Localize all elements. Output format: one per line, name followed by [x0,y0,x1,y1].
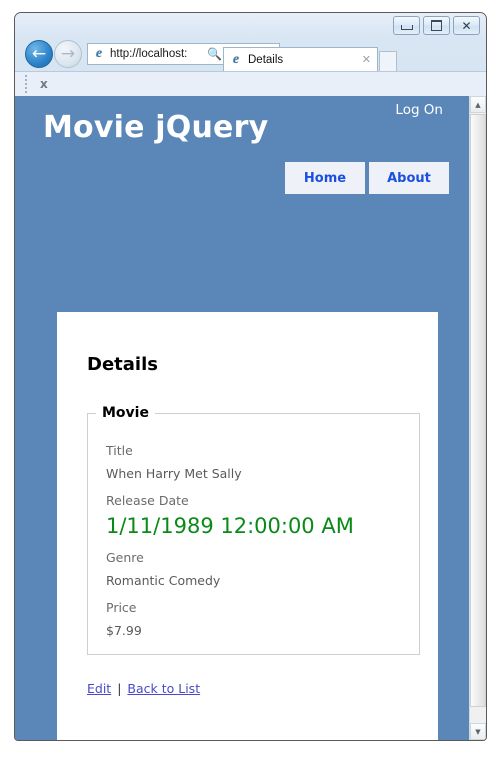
maximize-button[interactable] [423,16,450,35]
new-tab-button[interactable] [379,51,397,71]
arrow-right-icon: → [60,43,76,64]
field-value-release-date: 1/11/1989 12:00:00 AM [106,514,354,538]
title-bar: ✕ [15,13,486,37]
window-controls: ✕ [393,16,480,35]
field-value-title: When Harry Met Sally [106,466,242,481]
back-to-list-link[interactable]: Back to List [127,681,200,696]
forward-button[interactable]: → [54,40,82,68]
log-on-link[interactable]: Log On [395,102,443,118]
scrollbar-thumb[interactable] [470,114,486,707]
browser-viewport: Movie jQuery Log On Home About Details M… [15,96,486,740]
field-value-price: $7.99 [106,623,142,638]
page-title: Details [87,354,158,375]
field-label-release-date: Release Date [106,493,189,508]
search-icon[interactable]: 🔍 [207,47,222,61]
details-list: Title When Harry Met Sally Release Date … [88,443,419,638]
site-nav: Home About [281,162,449,194]
tab-favicon-icon: e [232,51,240,67]
scroll-up-button[interactable]: ▲ [470,96,486,113]
nav-item-home[interactable]: Home [285,162,365,194]
edit-link[interactable]: Edit [87,681,111,696]
field-value-genre: Romantic Comedy [106,573,221,588]
field-label-genre: Genre [106,550,144,565]
site-header: Movie jQuery Log On Home About [15,96,469,206]
field-label-title: Title [106,443,133,458]
maximize-icon [431,20,442,31]
site-title: Movie jQuery [43,110,269,145]
link-separator: | [117,681,122,696]
toolbar-drag-handle[interactable] [25,75,32,93]
arrow-left-icon: ← [31,43,47,64]
navigation-bar: ← → e http://localhost: 🔍 ▾ ⧉ ⟳ ✕ e Deta… [15,37,486,71]
command-bar: x [15,71,486,96]
field-label-price: Price [106,600,137,615]
vertical-scrollbar[interactable]: ▲ ▼ [469,96,486,740]
internet-explorer-icon: e [95,46,103,61]
url-text[interactable]: http://localhost: [107,48,207,60]
movie-fieldset: Movie Title When Harry Met Sally Release… [87,405,420,655]
close-button[interactable]: ✕ [453,16,480,35]
close-icon: ✕ [461,18,472,33]
tab-strip: e Details ✕ [223,37,397,71]
action-links: Edit | Back to List [87,681,438,696]
content-box: Details Movie Title When Harry Met Sally… [57,312,438,740]
web-page: Movie jQuery Log On Home About Details M… [15,96,469,740]
tab-close-icon[interactable]: ✕ [362,53,373,66]
back-button[interactable]: ← [25,40,53,68]
scroll-down-button[interactable]: ▼ [470,723,486,740]
browser-window: ✕ ← → e http://localhost: 🔍 ▾ ⧉ ⟳ ✕ e De… [14,12,487,741]
tab-details[interactable]: e Details ✕ [223,47,378,71]
minimize-button[interactable] [393,16,420,35]
nav-item-about[interactable]: About [369,162,449,194]
tab-title: Details [248,53,284,66]
fieldset-legend: Movie [102,405,149,421]
minimize-icon [400,25,413,30]
toolbar-close-icon[interactable]: x [40,77,48,91]
